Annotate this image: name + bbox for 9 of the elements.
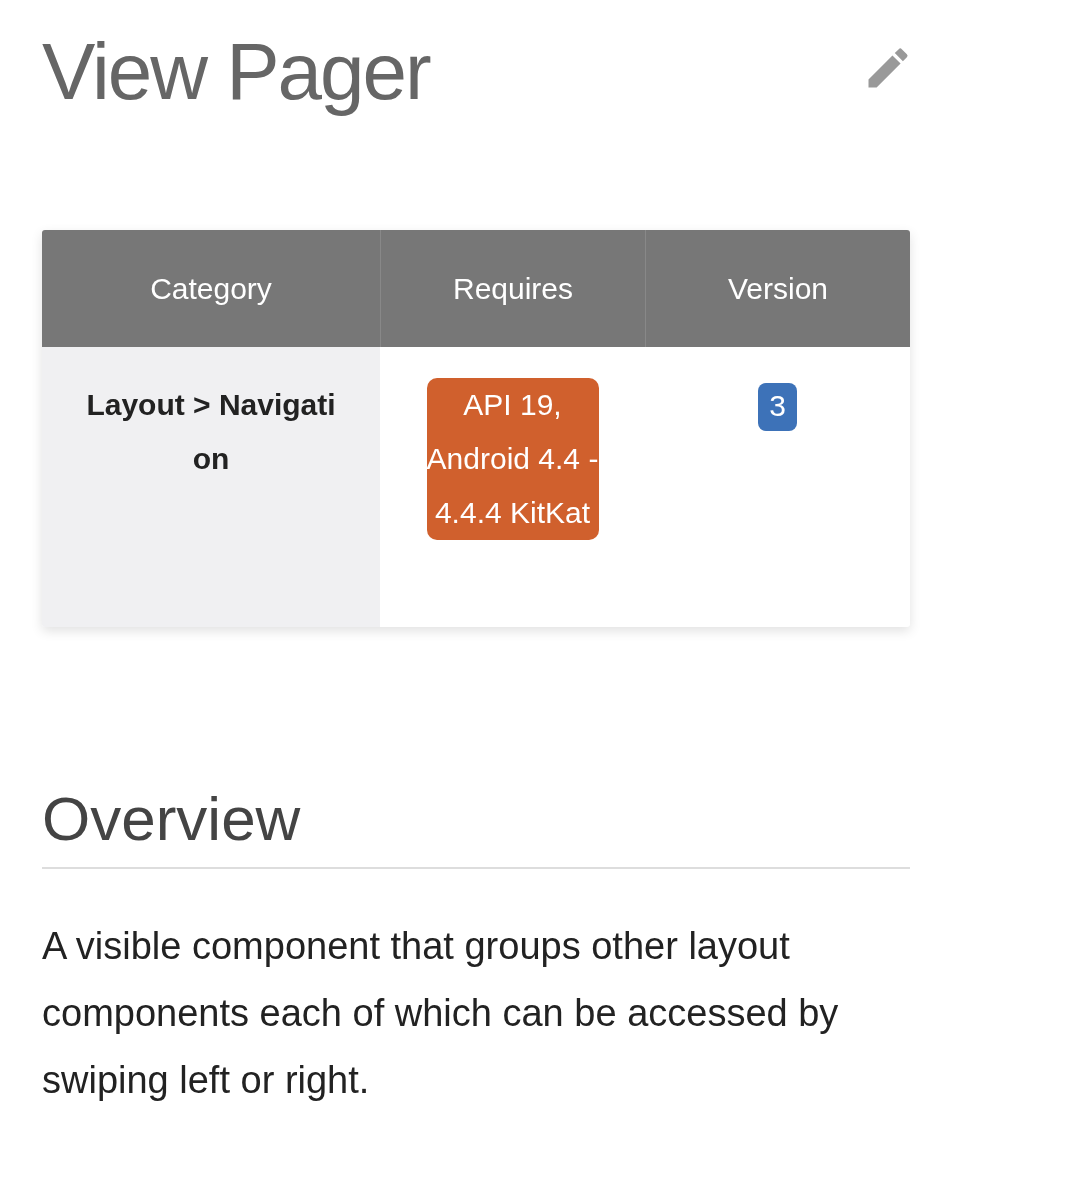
- page-title: View Pager: [42, 26, 430, 118]
- column-header: Requires: [380, 230, 645, 347]
- column-header: Version: [645, 230, 910, 347]
- requirement-badge: API 19, Android 4.4 - 4.4.4 KitKat: [426, 378, 599, 540]
- section-heading: Overview: [42, 779, 910, 869]
- overview-paragraph: A visible component that groups other layout components each of which can be accessed by swiping left or right.: [42, 924, 840, 1103]
- category-cell: Layout > Navigation: [42, 347, 380, 627]
- version-badge: 3: [758, 383, 797, 431]
- column-header: Category: [149, 271, 273, 307]
